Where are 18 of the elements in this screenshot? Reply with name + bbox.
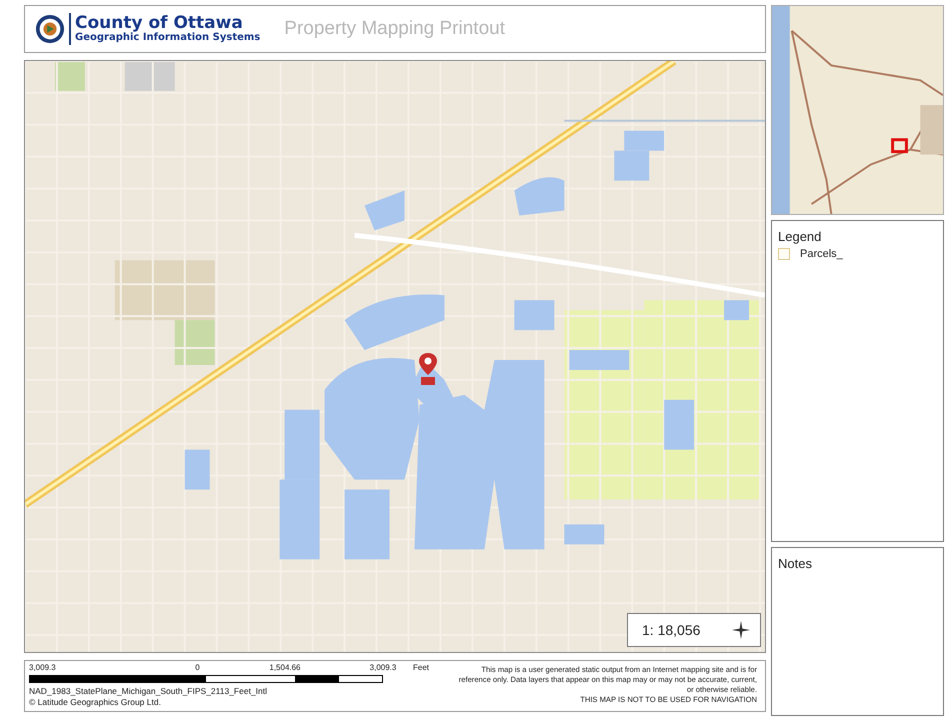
scale-label: 3,009.3	[29, 663, 56, 672]
legend-title: Legend	[778, 229, 822, 244]
scale-label: 3,009.3	[370, 663, 396, 672]
org-subtitle: Geographic Information Systems	[75, 32, 260, 44]
legend-swatch-icon	[778, 248, 790, 260]
scale-label: 0	[195, 663, 200, 672]
org-name: County of Ottawa	[75, 14, 243, 33]
scale-label: 1,504.66	[269, 663, 300, 672]
scale-ratio: 1: 18,056	[642, 622, 700, 638]
county-seal-icon	[35, 14, 65, 44]
compass-icon	[732, 621, 750, 639]
page-title: Property Mapping Printout	[284, 18, 505, 40]
notes-title: Notes	[778, 556, 813, 571]
copyright-text: © Latitude Geographics Group Ltd.	[29, 697, 162, 708]
location-pin-icon	[416, 351, 440, 387]
projection-text: NAD_1983_StatePlane_Michigan_South_FIPS_2113_Feet_Intl	[29, 686, 268, 697]
legend-label: Parcels_	[800, 248, 843, 260]
scale-unit: Feet	[413, 663, 430, 672]
